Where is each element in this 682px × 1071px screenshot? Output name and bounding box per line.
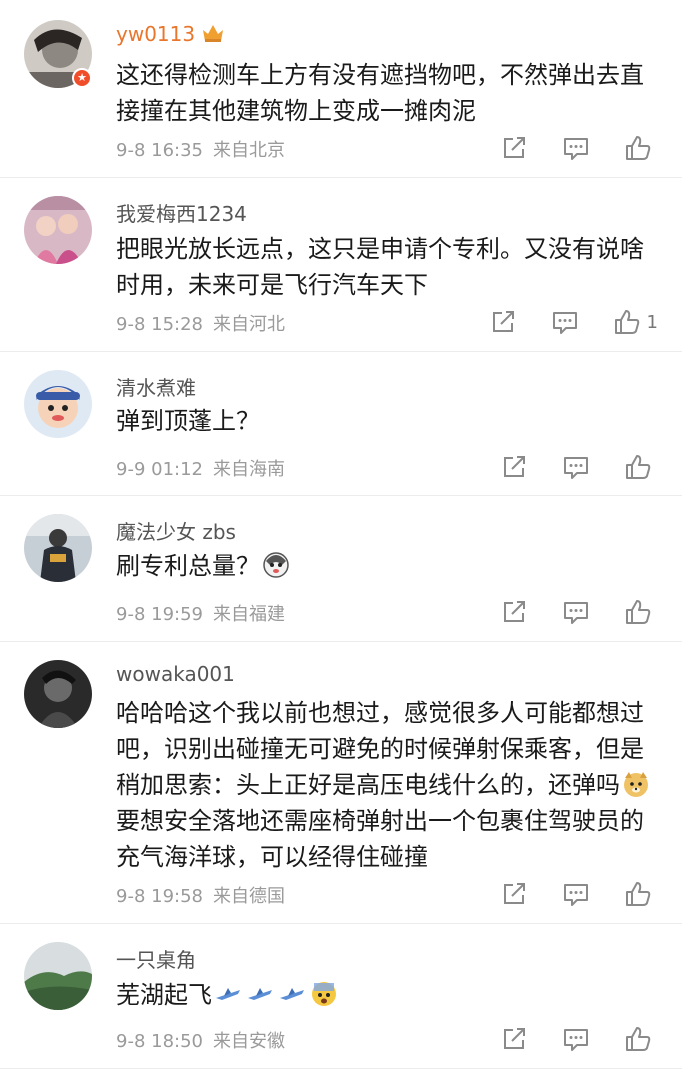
username[interactable]: wowaka001 bbox=[116, 662, 235, 686]
thumbs-up-icon bbox=[624, 880, 652, 908]
airplane-emoji-icon bbox=[246, 980, 274, 1008]
comment-text: 把眼光放长远点，这只是申请个专利。又没有说啥时用，未来可是飞行汽车天下 bbox=[116, 235, 644, 299]
comment-actions bbox=[466, 598, 658, 626]
location: 来自北京 bbox=[213, 140, 285, 161]
vip-badge-icon bbox=[201, 22, 225, 49]
timestamp: 9-8 18:50 bbox=[116, 1031, 203, 1052]
comment-item: 魔法少女 zbs 刷专利总量？ 9-8 19:59 来自福建 bbox=[0, 496, 682, 642]
comment-meta: 9-8 15:28 来自河北 bbox=[116, 310, 285, 336]
username[interactable]: 清水煮难 bbox=[116, 372, 196, 401]
comment-text: 这还得检测车上方有没有遮挡物吧，不然弹出去直接撞在其他建筑物上变成一摊肉泥 bbox=[116, 61, 644, 125]
timestamp: 9-8 19:59 bbox=[116, 604, 203, 625]
comment-item: 一只桌角 芜湖起飞 9-8 18:50 来自安徽 bbox=[0, 924, 682, 1069]
comment-meta: 9-9 01:12 来自海南 bbox=[116, 455, 285, 481]
thumbs-up-icon bbox=[613, 308, 641, 336]
timestamp: 9-8 15:28 bbox=[116, 314, 203, 335]
like-button[interactable] bbox=[624, 134, 658, 162]
thumbs-up-icon bbox=[624, 598, 652, 626]
airplane-emoji-icon bbox=[214, 980, 242, 1008]
comment-text: 刷专利总量？ bbox=[116, 548, 656, 584]
like-button[interactable] bbox=[624, 1025, 658, 1053]
avatar[interactable] bbox=[24, 660, 92, 728]
share-button[interactable] bbox=[500, 880, 528, 908]
comment-meta: 9-8 16:35 来自北京 bbox=[116, 136, 285, 162]
location: 来自德国 bbox=[213, 886, 285, 907]
comment-actions: 1 bbox=[455, 308, 658, 336]
username[interactable]: yw0113 bbox=[116, 22, 225, 49]
share-button[interactable] bbox=[500, 453, 528, 481]
share-button[interactable] bbox=[500, 598, 528, 626]
like-button[interactable] bbox=[624, 453, 658, 481]
comment-icon bbox=[562, 134, 590, 162]
comment-item: 我爱梅西1234 把眼光放长远点，这只是申请个专利。又没有说啥时用，未来可是飞行… bbox=[0, 178, 682, 352]
location: 来自海南 bbox=[213, 459, 285, 480]
comment-icon bbox=[562, 598, 590, 626]
location: 来自安徽 bbox=[213, 1031, 285, 1052]
comment-actions bbox=[466, 880, 658, 908]
airplane-emoji-icon bbox=[278, 980, 306, 1008]
reply-button[interactable] bbox=[562, 1025, 590, 1053]
reply-button[interactable] bbox=[562, 453, 590, 481]
like-button[interactable] bbox=[624, 880, 658, 908]
comment-icon bbox=[562, 880, 590, 908]
comment-meta: 9-8 18:50 来自安徽 bbox=[116, 1027, 285, 1053]
location: 来自河北 bbox=[213, 314, 285, 335]
reply-button[interactable] bbox=[562, 134, 590, 162]
comment-item: wowaka001 哈哈哈这个我以前也想过，感觉很多人可能都想过吧，识别出碰撞无… bbox=[0, 642, 682, 924]
thumbs-up-icon bbox=[624, 1025, 652, 1053]
like-button[interactable]: 1 bbox=[613, 308, 658, 336]
avatar[interactable] bbox=[24, 942, 92, 1010]
reply-button[interactable] bbox=[562, 598, 590, 626]
scared-face-emoji-icon bbox=[310, 980, 338, 1008]
share-button[interactable] bbox=[500, 1025, 528, 1053]
timestamp: 9-8 19:58 bbox=[116, 886, 203, 907]
share-icon bbox=[500, 880, 528, 908]
thumbs-up-icon bbox=[624, 134, 652, 162]
comment-meta: 9-8 19:59 来自福建 bbox=[116, 600, 285, 626]
comment-text: 哈哈哈这个我以前也想过，感觉很多人可能都想过吧，识别出碰撞无可避免的时候弹射保乘… bbox=[116, 695, 656, 875]
comment-item: 清水煮难 弹到顶蓬上？ 9-9 01:12 来自海南 bbox=[0, 352, 682, 496]
comment-item: ★ yw0113 这还得检测车上方有没有遮挡物吧，不然弹出去直接撞在其他建筑物上… bbox=[0, 0, 682, 178]
like-count: 1 bbox=[646, 311, 658, 333]
username[interactable]: 一只桌角 bbox=[116, 944, 196, 973]
comment-meta: 9-8 19:58 来自德国 bbox=[116, 882, 285, 908]
username[interactable]: 我爱梅西1234 bbox=[116, 198, 247, 227]
share-icon bbox=[489, 308, 517, 336]
timestamp: 9-9 01:12 bbox=[116, 459, 203, 480]
avatar[interactable] bbox=[24, 514, 92, 582]
like-button[interactable] bbox=[624, 598, 658, 626]
reply-button[interactable] bbox=[551, 308, 579, 336]
comment-icon bbox=[551, 308, 579, 336]
verified-badge-icon: ★ bbox=[72, 68, 92, 88]
share-icon bbox=[500, 598, 528, 626]
doge-emoji-icon bbox=[622, 770, 650, 798]
share-button[interactable] bbox=[489, 308, 517, 336]
share-button[interactable] bbox=[500, 134, 528, 162]
thumbs-up-icon bbox=[624, 453, 652, 481]
location: 来自福建 bbox=[213, 604, 285, 625]
share-icon bbox=[500, 134, 528, 162]
comment-actions bbox=[466, 1025, 658, 1053]
avatar[interactable] bbox=[24, 196, 92, 264]
username[interactable]: 魔法少女 zbs bbox=[116, 516, 236, 545]
comment-actions bbox=[466, 453, 658, 481]
comment-icon bbox=[562, 1025, 590, 1053]
share-icon bbox=[500, 1025, 528, 1053]
comment-icon bbox=[562, 453, 590, 481]
avatar[interactable] bbox=[24, 370, 92, 438]
comment-actions bbox=[466, 134, 658, 162]
comment-text: 芜湖起飞 bbox=[116, 977, 656, 1013]
reply-button[interactable] bbox=[562, 880, 590, 908]
husky-emoji-icon bbox=[262, 551, 290, 579]
timestamp: 9-8 16:35 bbox=[116, 140, 203, 161]
comment-text: 弹到顶蓬上？ bbox=[116, 407, 260, 435]
share-icon bbox=[500, 453, 528, 481]
comment-list: ★ yw0113 这还得检测车上方有没有遮挡物吧，不然弹出去直接撞在其他建筑物上… bbox=[0, 0, 682, 1069]
